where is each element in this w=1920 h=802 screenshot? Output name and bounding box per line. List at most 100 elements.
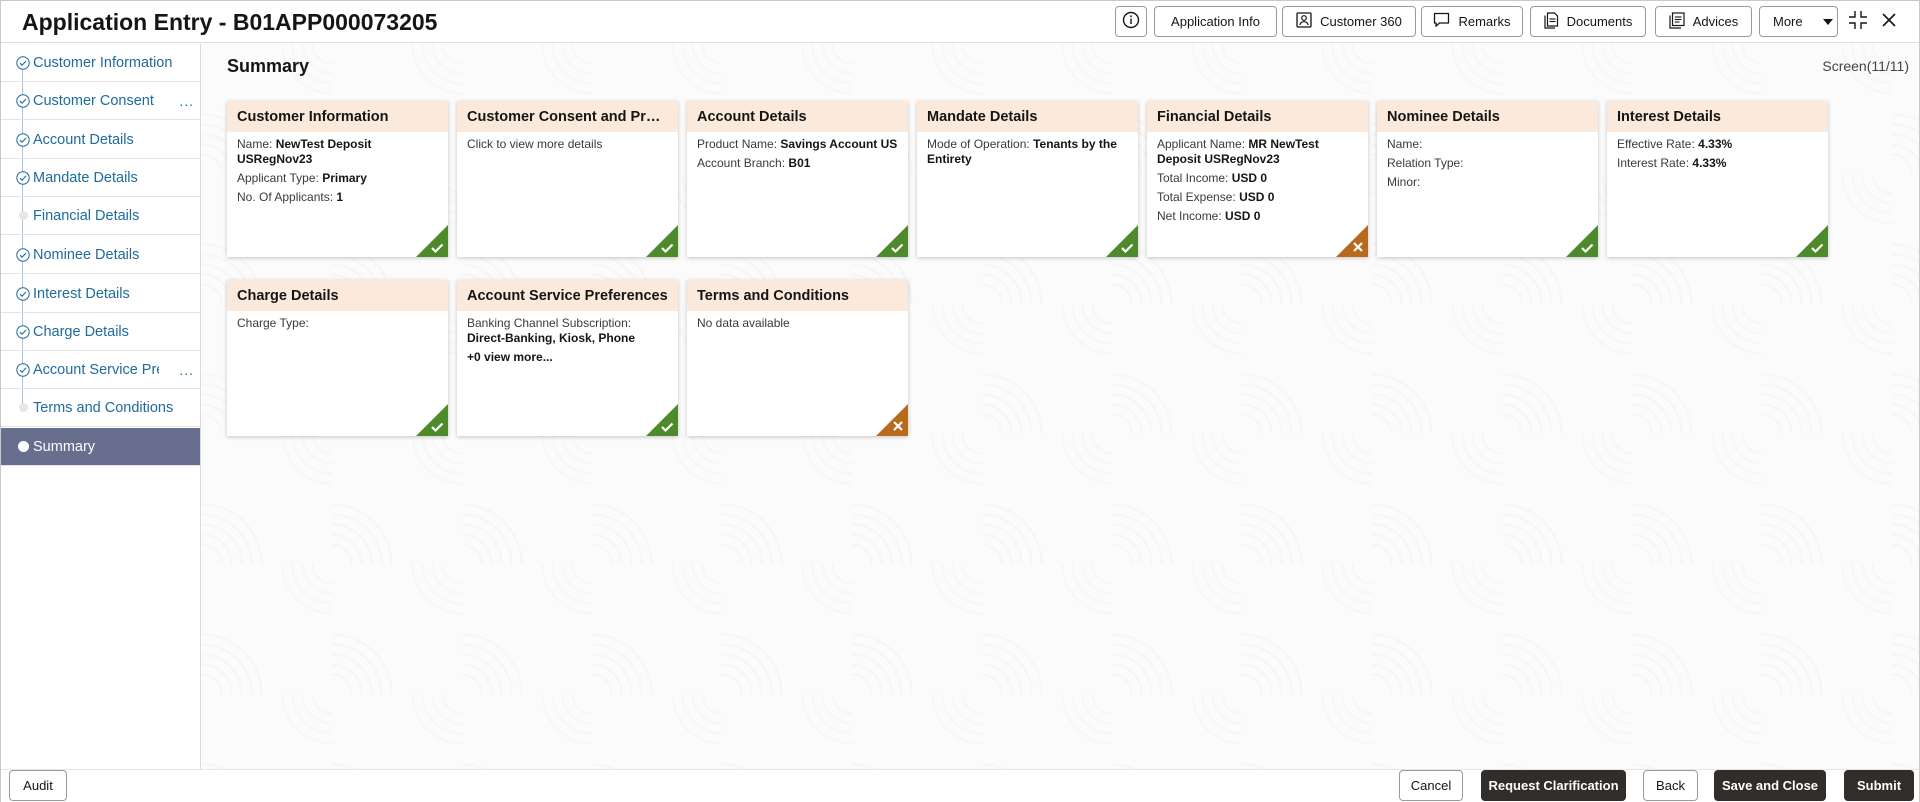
- documents-button[interactable]: Documents: [1530, 6, 1646, 37]
- advices-icon: [1669, 11, 1685, 32]
- collapse-button[interactable]: [1846, 10, 1870, 34]
- sidebar-item-customer-consent[interactable]: Customer Consent and Preferences...: [1, 82, 200, 120]
- field-label: Net Income:: [1157, 209, 1222, 223]
- sidebar-item-charge-details[interactable]: Charge Details: [1, 313, 200, 351]
- card-interest-details[interactable]: Interest Details Effective Rate: 4.33% I…: [1607, 101, 1828, 257]
- card-title: Nominee Details: [1377, 101, 1598, 132]
- cancel-button[interactable]: Cancel: [1399, 770, 1463, 801]
- incomplete-cross-icon: [1336, 225, 1368, 257]
- sidebar-item-financial-details[interactable]: Financial Details: [1, 197, 200, 235]
- card-nominee-details[interactable]: Nominee Details Name: Relation Type: Min…: [1377, 101, 1598, 257]
- sidebar-item-label: Summary: [33, 438, 96, 455]
- person-card-icon: [1296, 12, 1312, 31]
- step-complete-icon: [16, 247, 30, 262]
- documents-label: Documents: [1566, 14, 1633, 29]
- customer-360-button[interactable]: Customer 360: [1282, 6, 1416, 37]
- field-label: Charge Type:: [237, 316, 309, 330]
- field-label: Relation Type:: [1387, 156, 1464, 170]
- step-complete-icon: [16, 93, 30, 108]
- remarks-button[interactable]: Remarks: [1421, 6, 1523, 37]
- step-complete-icon: [16, 170, 30, 185]
- more-label: More: [1773, 14, 1803, 29]
- application-window: Application Entry - B01APP000073205 Appl…: [0, 0, 1920, 802]
- sidebar-item-label: Customer Consent and Preferences: [33, 92, 155, 109]
- close-icon: [1881, 12, 1897, 33]
- complete-check-icon: [876, 225, 908, 257]
- complete-check-icon: [416, 404, 448, 436]
- field-label: Total Expense:: [1157, 190, 1236, 204]
- field-label: Mode of Operation:: [927, 137, 1030, 151]
- field-value: Primary: [322, 171, 367, 185]
- truncation-ellipsis: ...: [179, 361, 194, 378]
- card-terms-and-conditions[interactable]: Terms and Conditions No data available: [687, 280, 908, 436]
- sidebar-item-label: Interest Details: [33, 285, 130, 302]
- view-more-link[interactable]: +0 view more...: [467, 350, 668, 365]
- audit-button[interactable]: Audit: [9, 770, 67, 801]
- field-label: Banking Channel Subscription:: [467, 316, 632, 330]
- info-icon: [1122, 11, 1140, 32]
- incomplete-cross-icon: [876, 404, 908, 436]
- sidebar-item-label: Customer Information: [33, 54, 173, 71]
- sidebar-item-account-details[interactable]: Account Details: [1, 121, 200, 159]
- sidebar-item-summary[interactable]: Summary: [1, 428, 200, 466]
- card-account-details[interactable]: Account Details Product Name: Savings Ac…: [687, 101, 908, 257]
- application-info-button[interactable]: Application Info: [1154, 6, 1277, 37]
- sidebar-item-nominee-details[interactable]: Nominee Details: [1, 236, 200, 274]
- sidebar-item-label: Account Details: [33, 131, 134, 148]
- field-value: 4.33%: [1692, 156, 1727, 170]
- sidebar-item-mandate-details[interactable]: Mandate Details: [1, 159, 200, 197]
- field-label: Minor:: [1387, 175, 1421, 189]
- back-button[interactable]: Back: [1643, 770, 1698, 801]
- field-value: Direct-Banking, Kiosk, Phone: [467, 331, 636, 345]
- card-customer-consent[interactable]: Customer Consent and Preferences Click t…: [457, 101, 678, 257]
- complete-check-icon: [1796, 225, 1828, 257]
- step-complete-icon: [16, 362, 30, 377]
- complete-check-icon: [646, 225, 678, 257]
- sidebar-item-customer-information[interactable]: Customer Information: [1, 44, 200, 82]
- card-title: Mandate Details: [917, 101, 1138, 132]
- save-and-close-button[interactable]: Save and Close: [1714, 770, 1826, 801]
- header-bar: Application Entry - B01APP000073205 Appl…: [1, 1, 1919, 43]
- page-title: Application Entry - B01APP000073205: [22, 9, 438, 35]
- remarks-label: Remarks: [1458, 14, 1511, 29]
- sidebar-item-interest-details[interactable]: Interest Details: [1, 275, 200, 313]
- field-value: USD 0: [1225, 209, 1261, 223]
- card-financial-details[interactable]: Financial Details Applicant Name: MR New…: [1147, 101, 1368, 257]
- sidebar-item-terms-and-conditions[interactable]: Terms and Conditions: [1, 389, 200, 427]
- footer-bar: Audit Cancel Request Clarification Back …: [1, 769, 1919, 802]
- sidebar-item-label: Charge Details: [33, 323, 129, 340]
- advices-button[interactable]: Advices: [1655, 6, 1752, 37]
- more-dropdown[interactable]: More: [1759, 6, 1838, 37]
- complete-check-icon: [1106, 225, 1138, 257]
- card-customer-information[interactable]: Customer Information Name: NewTest Depos…: [227, 101, 448, 257]
- field-label: Name:: [237, 137, 273, 151]
- card-charge-details[interactable]: Charge Details Charge Type:: [227, 280, 448, 436]
- field-label: Name:: [1387, 137, 1423, 151]
- screen-indicator: Screen(11/11): [1822, 58, 1909, 74]
- step-complete-icon: [16, 324, 30, 339]
- card-title: Interest Details: [1607, 101, 1828, 132]
- submit-button[interactable]: Submit: [1844, 770, 1914, 801]
- customer-360-label: Customer 360: [1320, 14, 1402, 29]
- empty-state-text: No data available: [697, 316, 790, 330]
- field-label: Applicant Name:: [1157, 137, 1246, 151]
- step-complete-icon: [16, 286, 30, 301]
- card-title: Charge Details: [227, 280, 448, 311]
- field-label: Interest Rate:: [1617, 156, 1690, 170]
- request-clarification-button[interactable]: Request Clarification: [1481, 770, 1626, 801]
- card-title: Terms and Conditions: [687, 280, 908, 311]
- card-title: Customer Consent and Preferences: [457, 101, 678, 132]
- document-icon: [1544, 11, 1559, 32]
- summary-panel: Summary Screen(11/11) Customer Informati…: [202, 44, 1919, 769]
- truncation-ellipsis: ...: [179, 92, 194, 109]
- collapse-icon: [1848, 10, 1868, 35]
- close-button[interactable]: [1877, 10, 1901, 34]
- card-mandate-details[interactable]: Mandate Details Mode of Operation: Tenan…: [917, 101, 1138, 257]
- sidebar-item-account-service-preferences[interactable]: Account Service Preferences...: [1, 351, 200, 389]
- sidebar-item-label: Mandate Details: [33, 169, 138, 186]
- info-button[interactable]: [1115, 6, 1147, 37]
- card-title: Financial Details: [1147, 101, 1368, 132]
- card-account-service-preferences[interactable]: Account Service Preferences Banking Chan…: [457, 280, 678, 436]
- field-label: Account Branch:: [697, 156, 786, 170]
- complete-check-icon: [1566, 225, 1598, 257]
